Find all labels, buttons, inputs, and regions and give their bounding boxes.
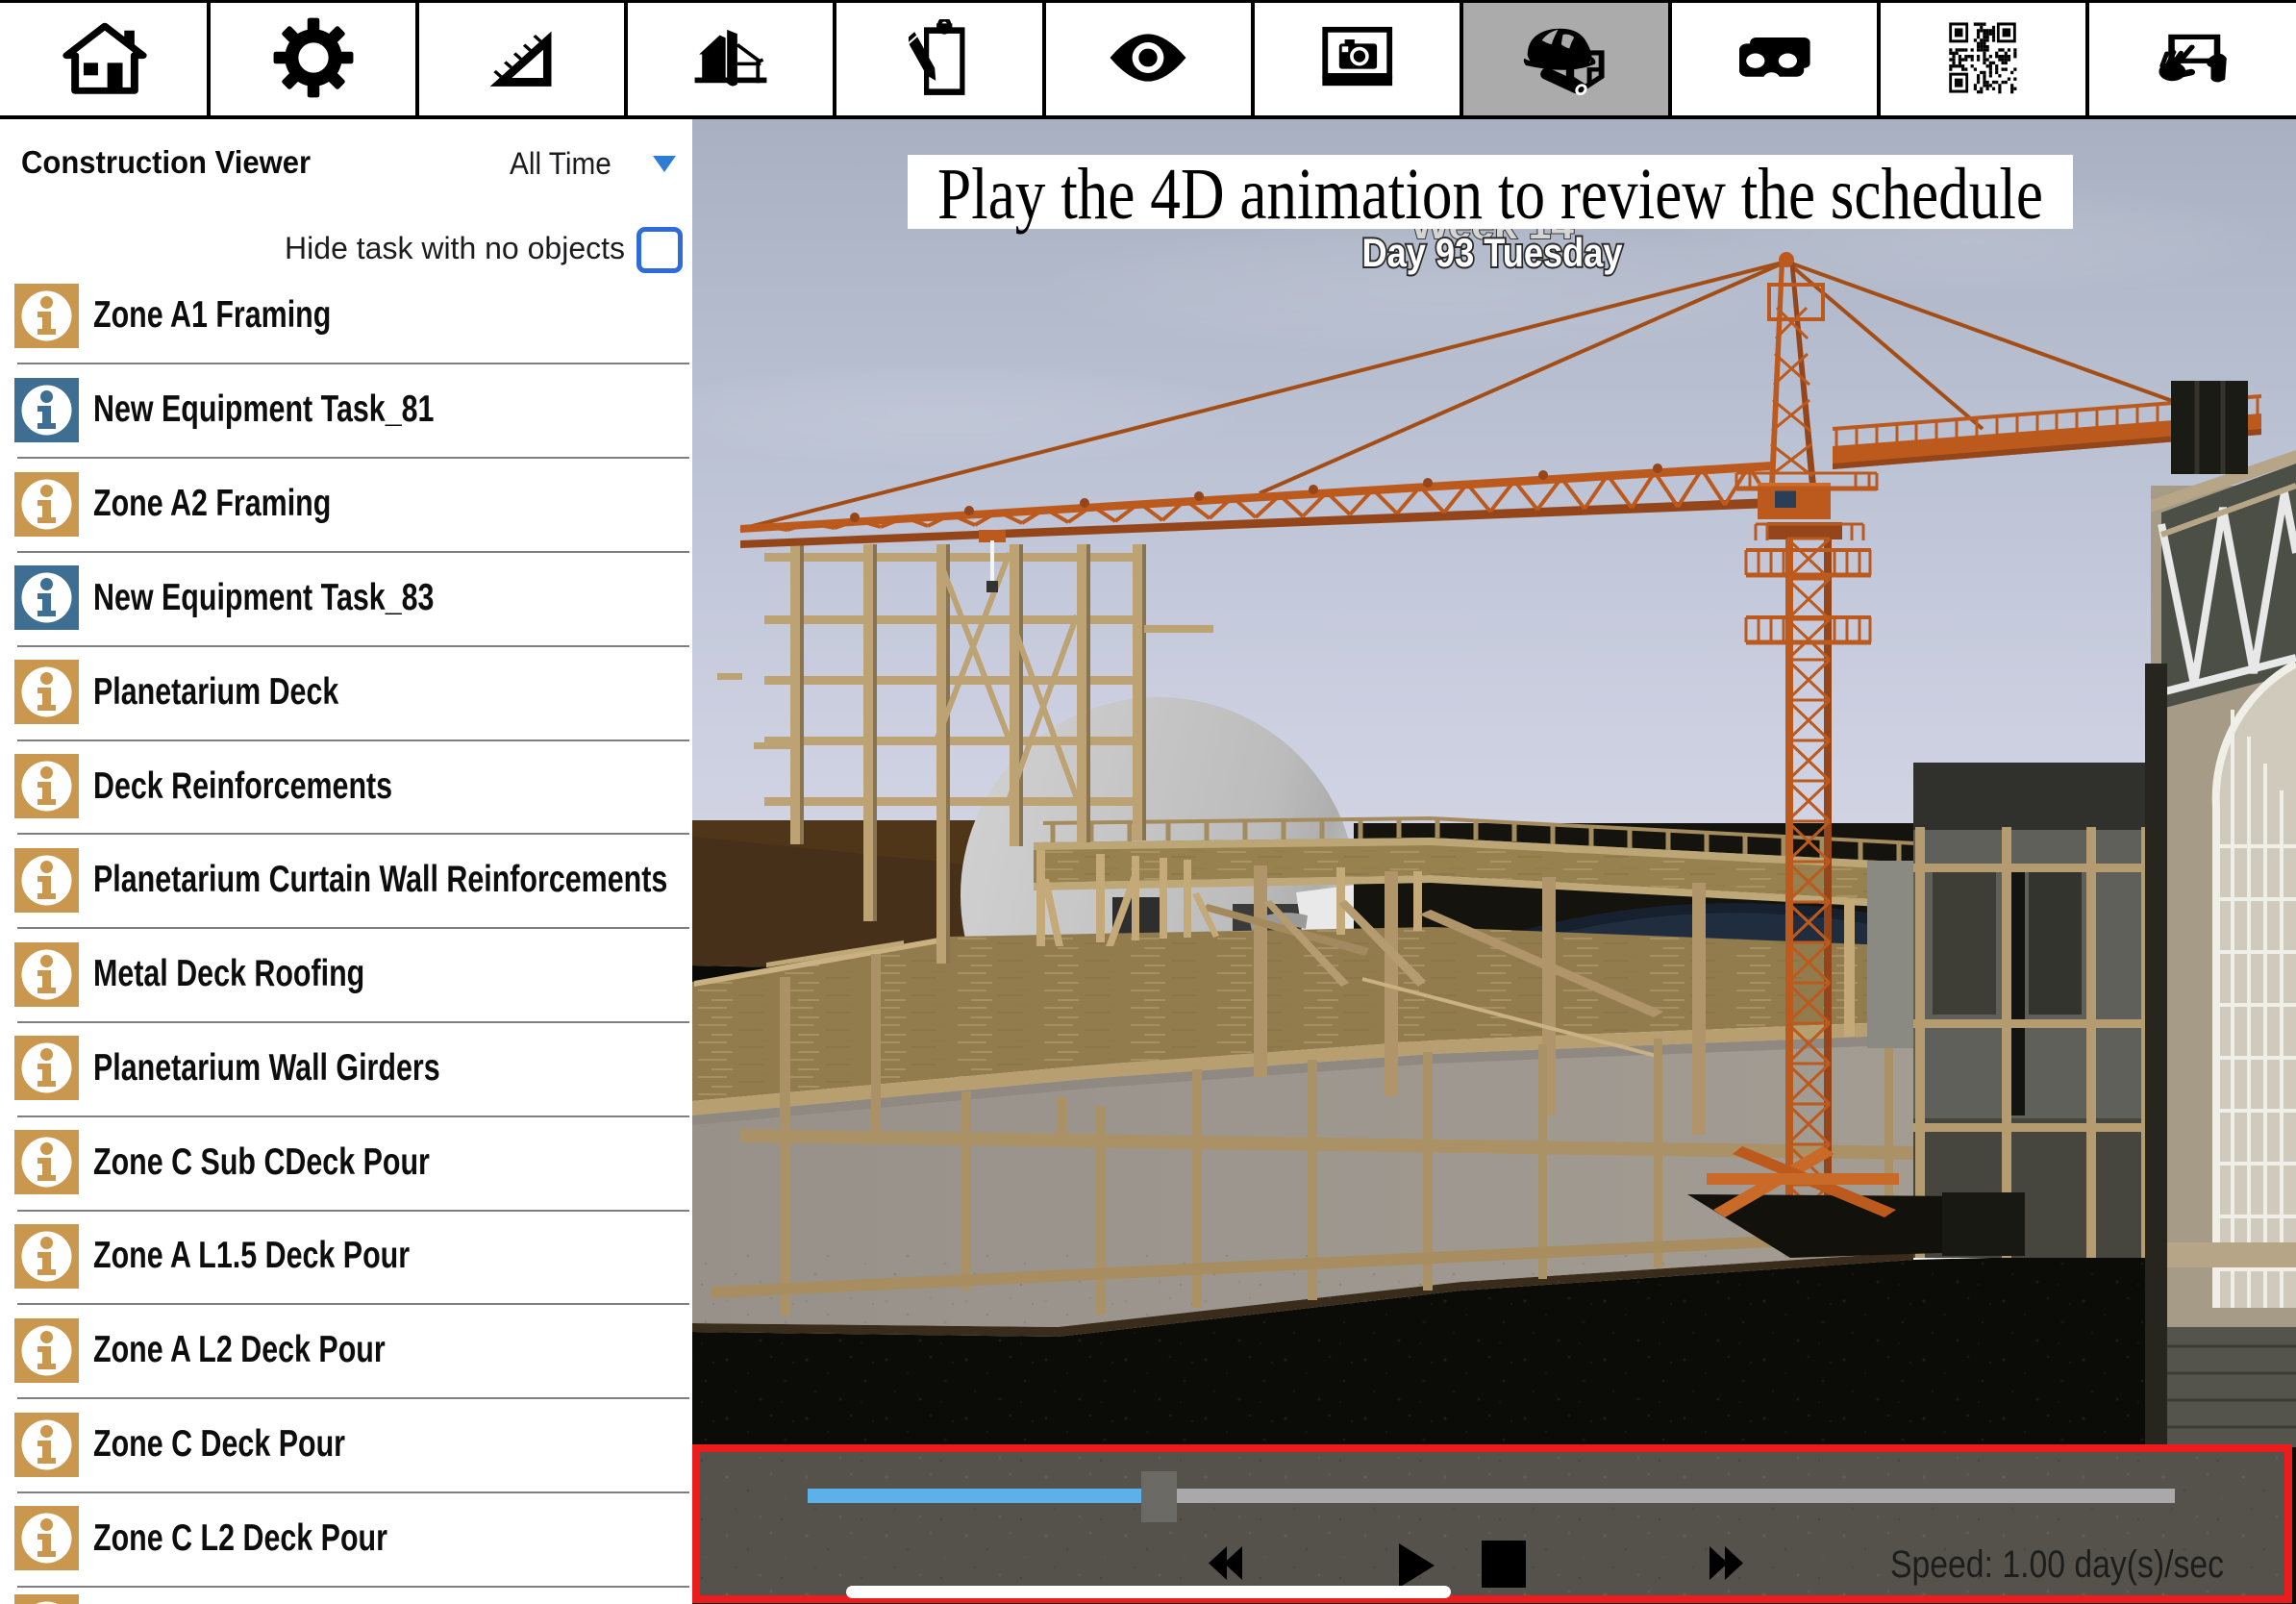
svg-text:Day 93 Tuesday: Day 93 Tuesday — [1362, 230, 1624, 275]
svg-text:Speed: 1.00 day(s)/sec: Speed: 1.00 day(s)/sec — [1890, 1543, 2224, 1586]
svg-text:Play the 4D animation to revie: Play the 4D animation to review the sche… — [937, 154, 2043, 235]
